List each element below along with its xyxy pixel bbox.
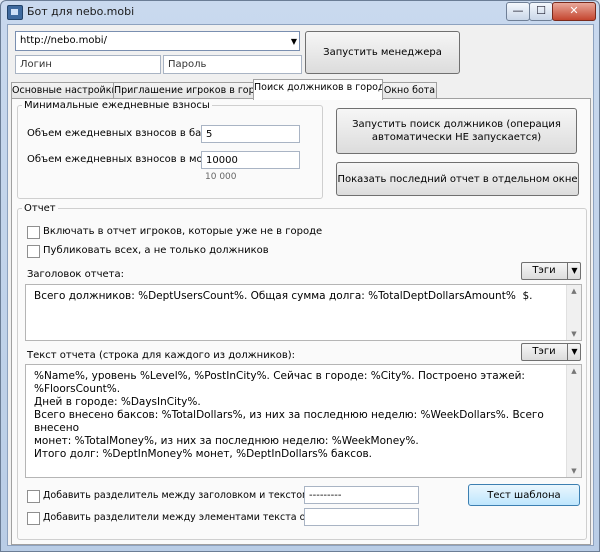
coins-hint: 10 000 <box>205 172 237 182</box>
sep-header-value: --------- <box>309 490 342 501</box>
header-text: Всего должников: %DeptUsersCount%. Общая… <box>34 290 533 302</box>
test-template-button[interactable]: Тест шаблона <box>468 484 580 506</box>
bucks-label: Объем ежедневных взносов в баксах: <box>27 128 229 139</box>
body-textarea[interactable]: %Name%, уровень %Level%, %PostInCity%. С… <box>25 364 582 478</box>
report-group-label: Отчет <box>22 203 58 214</box>
tab-invite-players[interactable]: Приглашение игроков в город <box>113 82 254 99</box>
title-bar: Бот для nebo.mobi — ☐ ✕ <box>1 1 599 23</box>
body-tags-split-button[interactable]: Тэги ▼ <box>521 343 581 361</box>
tab-page-debtors: Минимальные ежедневные взносы Объем ежед… <box>11 98 591 545</box>
client-area: http://nebo.mobi/ ▼ Логин Пароль Запусти… <box>7 24 594 546</box>
close-icon: ✕ <box>569 4 579 17</box>
header-label: Заголовок отчета: <box>27 269 124 280</box>
tab-label: Основные настройки <box>12 85 114 96</box>
minimize-button[interactable]: — <box>506 2 530 21</box>
tab-label: Окно бота <box>383 85 436 96</box>
app-window: Бот для nebo.mobi — ☐ ✕ http://nebo.mobi… <box>0 0 600 552</box>
url-value: http://nebo.mobi/ <box>20 35 107 46</box>
login-placeholder: Логин <box>20 59 52 70</box>
tab-label: Приглашение игроков в город <box>114 85 254 96</box>
include-left-checkbox[interactable] <box>27 226 40 239</box>
url-combobox[interactable]: http://nebo.mobi/ ▼ <box>15 31 300 51</box>
header-tags-label: Тэги <box>532 265 556 276</box>
sep-header-label: Добавить разделитель между заголовком и … <box>43 490 347 501</box>
minimize-icon: — <box>512 4 524 17</box>
coins-value: 10000 <box>206 155 238 166</box>
sep-items-label: Добавить разделители между элементами те… <box>43 512 334 523</box>
maximize-icon: ☐ <box>536 4 546 17</box>
test-template-label: Тест шаблона <box>487 489 561 501</box>
body-label: Текст отчета (строка для каждого из долж… <box>27 350 296 361</box>
chevron-down-icon[interactable]: ▼ <box>567 263 581 279</box>
publish-all-label: Публиковать всех, а не только должников <box>43 245 269 256</box>
login-field[interactable]: Логин <box>15 55 161 74</box>
sep-items-input[interactable] <box>304 508 419 526</box>
scroll-up-icon[interactable]: ▲ <box>567 285 581 297</box>
header-textarea[interactable]: Всего должников: %DeptUsersCount%. Общая… <box>25 284 582 341</box>
scroll-down-icon[interactable]: ▼ <box>567 328 581 340</box>
app-icon <box>7 5 23 20</box>
coins-input[interactable]: 10000 <box>201 151 300 169</box>
publish-all-checkbox[interactable] <box>27 245 40 258</box>
body-scrollbar[interactable]: ▲ ▼ <box>566 365 581 477</box>
body-tags-label: Тэги <box>532 346 556 357</box>
start-search-label: Запустить поиск должников (операция авто… <box>352 119 561 143</box>
window-title: Бот для nebo.mobi <box>27 5 135 18</box>
chevron-down-icon[interactable]: ▼ <box>567 344 581 360</box>
header-tags-split-button[interactable]: Тэги ▼ <box>521 262 581 280</box>
maximize-button[interactable]: ☐ <box>529 2 553 21</box>
start-search-button[interactable]: Запустить поиск должников (операция авто… <box>336 108 577 154</box>
body-text: %Name%, уровень %Level%, %PostInCity%. С… <box>34 370 544 460</box>
sep-header-input[interactable]: --------- <box>304 486 419 504</box>
tab-debtors-search[interactable]: Поиск должников в городе <box>253 79 383 100</box>
show-report-label: Показать последний отчет в отдельном окн… <box>337 173 578 185</box>
sep-header-checkbox[interactable] <box>27 490 40 503</box>
sep-items-checkbox[interactable] <box>27 512 40 525</box>
chevron-down-icon[interactable]: ▼ <box>291 37 297 46</box>
tab-label: Поиск должников в городе <box>254 82 383 93</box>
bucks-value: 5 <box>206 129 213 140</box>
contrib-group-label: Минимальные ежедневные взносы <box>22 100 212 111</box>
include-left-label: Включать в отчет игроков, которые уже не… <box>43 226 323 237</box>
tab-main-settings[interactable]: Основные настройки <box>11 82 114 99</box>
password-field[interactable]: Пароль <box>163 55 302 74</box>
scroll-down-icon[interactable]: ▼ <box>567 465 581 477</box>
bucks-input[interactable]: 5 <box>201 125 300 143</box>
tab-bot-window[interactable]: Окно бота <box>382 82 437 99</box>
scroll-up-icon[interactable]: ▲ <box>567 365 581 377</box>
header-scrollbar[interactable]: ▲ ▼ <box>566 285 581 340</box>
start-manager-label: Запустить менеджера <box>323 47 442 58</box>
show-report-button[interactable]: Показать последний отчет в отдельном окн… <box>336 162 579 196</box>
close-button[interactable]: ✕ <box>552 2 596 21</box>
start-manager-button[interactable]: Запустить менеджера <box>305 31 460 74</box>
password-placeholder: Пароль <box>168 59 207 70</box>
